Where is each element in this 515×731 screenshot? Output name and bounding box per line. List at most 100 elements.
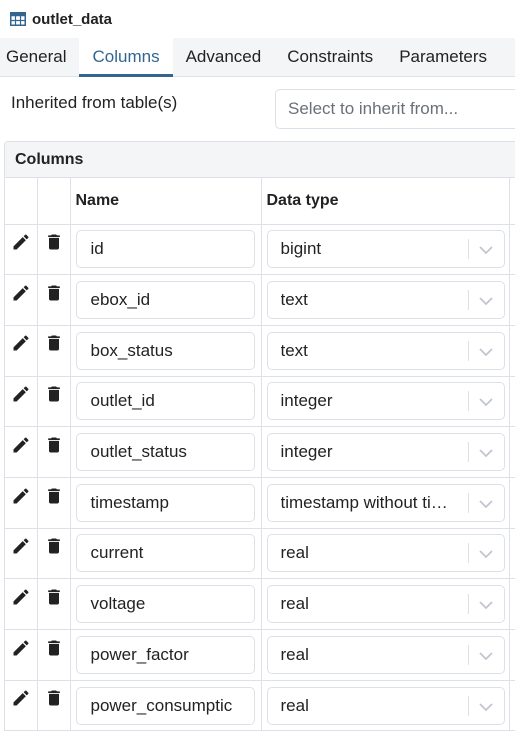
delete-cell: [37, 274, 71, 326]
chevron-down-icon[interactable]: [478, 546, 494, 560]
inherit-select[interactable]: Select to inherit from...: [275, 89, 515, 129]
name-cell: power_consumptic: [70, 680, 262, 731]
type-cell: real: [261, 629, 510, 681]
trash-icon[interactable]: [44, 285, 64, 308]
pencil-icon[interactable]: [11, 234, 31, 257]
data-type-select[interactable]: real: [266, 585, 505, 624]
dialog-title: outlet_data: [32, 10, 113, 28]
column-name-input[interactable]: power_consumptic: [75, 686, 255, 725]
data-type-value: real: [280, 543, 309, 563]
column-name-input[interactable]: outlet_status: [75, 433, 255, 472]
trash-icon[interactable]: [44, 488, 64, 511]
delete-cell: [37, 629, 71, 681]
columns-grid: Columns Name Data type id bigint ebox_id te…: [4, 141, 515, 731]
trash-icon[interactable]: [44, 335, 64, 359]
type-cell: integer: [261, 376, 510, 428]
edit-cell: [5, 629, 38, 681]
pencil-icon[interactable]: [11, 335, 31, 359]
data-type-select[interactable]: text: [266, 281, 505, 320]
extra-cell: [509, 274, 515, 326]
data-type-select[interactable]: real: [266, 635, 505, 674]
pencil-icon[interactable]: [11, 589, 31, 612]
table-icon: [10, 12, 26, 26]
chevron-down-icon[interactable]: [478, 648, 494, 662]
delete-cell: [37, 680, 71, 731]
extra-cell: [509, 376, 515, 428]
chevron-down-icon[interactable]: [478, 344, 494, 358]
chevron-down-icon[interactable]: [478, 242, 494, 256]
delete-cell: [37, 224, 71, 276]
pencil-icon[interactable]: [11, 690, 31, 714]
type-cell: real: [261, 528, 510, 580]
data-type-select[interactable]: bigint: [266, 230, 505, 269]
trash-icon[interactable]: [44, 234, 64, 257]
dialog-titlebar: outlet_data: [0, 0, 515, 38]
tab-columns[interactable]: Columns: [79, 38, 173, 77]
delete-cell: [37, 477, 71, 529]
tab-constraints[interactable]: Constraints: [274, 38, 386, 77]
data-type-value: bigint: [280, 239, 322, 259]
chevron-down-icon[interactable]: [478, 597, 494, 611]
pencil-icon[interactable]: [11, 640, 31, 663]
column-name-input[interactable]: outlet_id: [75, 382, 255, 421]
chevron-down-icon[interactable]: [478, 445, 494, 459]
delete-cell: [37, 426, 71, 478]
column-row: id bigint: [5, 224, 515, 276]
pencil-icon[interactable]: [11, 285, 31, 308]
select-separator: [467, 695, 469, 716]
data-type-select[interactable]: timestamp without time zone: [266, 483, 505, 522]
select-separator: [467, 442, 469, 463]
trash-icon[interactable]: [44, 437, 64, 460]
pencil-icon[interactable]: [11, 386, 31, 409]
delete-cell: [37, 578, 71, 630]
chevron-down-icon[interactable]: [478, 293, 494, 307]
column-name-input[interactable]: ebox_id: [75, 281, 255, 320]
data-type-select[interactable]: real: [266, 534, 505, 573]
pencil-icon[interactable]: [11, 488, 31, 511]
edit-cell: [5, 578, 38, 630]
data-type-value: real: [280, 594, 309, 614]
trash-icon[interactable]: [44, 589, 64, 612]
edit-cell: [5, 325, 38, 377]
delete-cell: [37, 528, 71, 580]
trash-icon[interactable]: [44, 386, 64, 409]
tab-parameters[interactable]: Parameters: [386, 38, 500, 77]
columns-section-title: Columns: [5, 142, 515, 178]
data-type-select[interactable]: integer: [266, 382, 505, 421]
column-name-input[interactable]: timestamp: [75, 483, 255, 522]
column-name-input[interactable]: voltage: [75, 585, 255, 624]
trash-icon[interactable]: [44, 690, 64, 714]
chevron-down-icon[interactable]: [478, 699, 494, 713]
select-separator: [467, 391, 469, 412]
column-name-input[interactable]: power_factor: [75, 635, 255, 674]
header-data-type: Data type: [261, 178, 510, 225]
edit-cell: [5, 224, 38, 276]
header-edit: [5, 178, 38, 225]
pencil-icon[interactable]: [11, 437, 31, 460]
trash-icon[interactable]: [44, 538, 64, 561]
data-type-select[interactable]: text: [266, 331, 505, 370]
tab-advanced[interactable]: Advanced: [173, 38, 275, 77]
column-row: outlet_id integer: [5, 376, 515, 428]
column-name-input[interactable]: box_status: [75, 331, 255, 370]
trash-icon[interactable]: [44, 640, 64, 663]
inherit-label: Inherited from table(s): [11, 93, 178, 112]
delete-cell: [37, 376, 71, 428]
data-type-select[interactable]: real: [266, 686, 505, 725]
pencil-icon[interactable]: [11, 538, 31, 561]
column-name-input[interactable]: current: [75, 534, 255, 573]
edit-cell: [5, 477, 38, 529]
name-cell: id: [70, 224, 262, 276]
data-type-select[interactable]: integer: [266, 433, 505, 472]
extra-cell: [509, 680, 515, 731]
select-separator: [467, 543, 469, 564]
chevron-down-icon[interactable]: [478, 496, 494, 510]
column-name-input[interactable]: id: [75, 230, 255, 269]
data-type-value: timestamp without time zone: [280, 492, 459, 512]
inherit-row: Inherited from table(s) Select to inheri…: [0, 77, 515, 141]
column-row: outlet_status integer: [5, 426, 515, 478]
column-row: power_factor real: [5, 629, 515, 681]
tab-general[interactable]: General: [0, 38, 79, 77]
chevron-down-icon[interactable]: [478, 394, 494, 408]
data-type-value: text: [280, 290, 308, 310]
